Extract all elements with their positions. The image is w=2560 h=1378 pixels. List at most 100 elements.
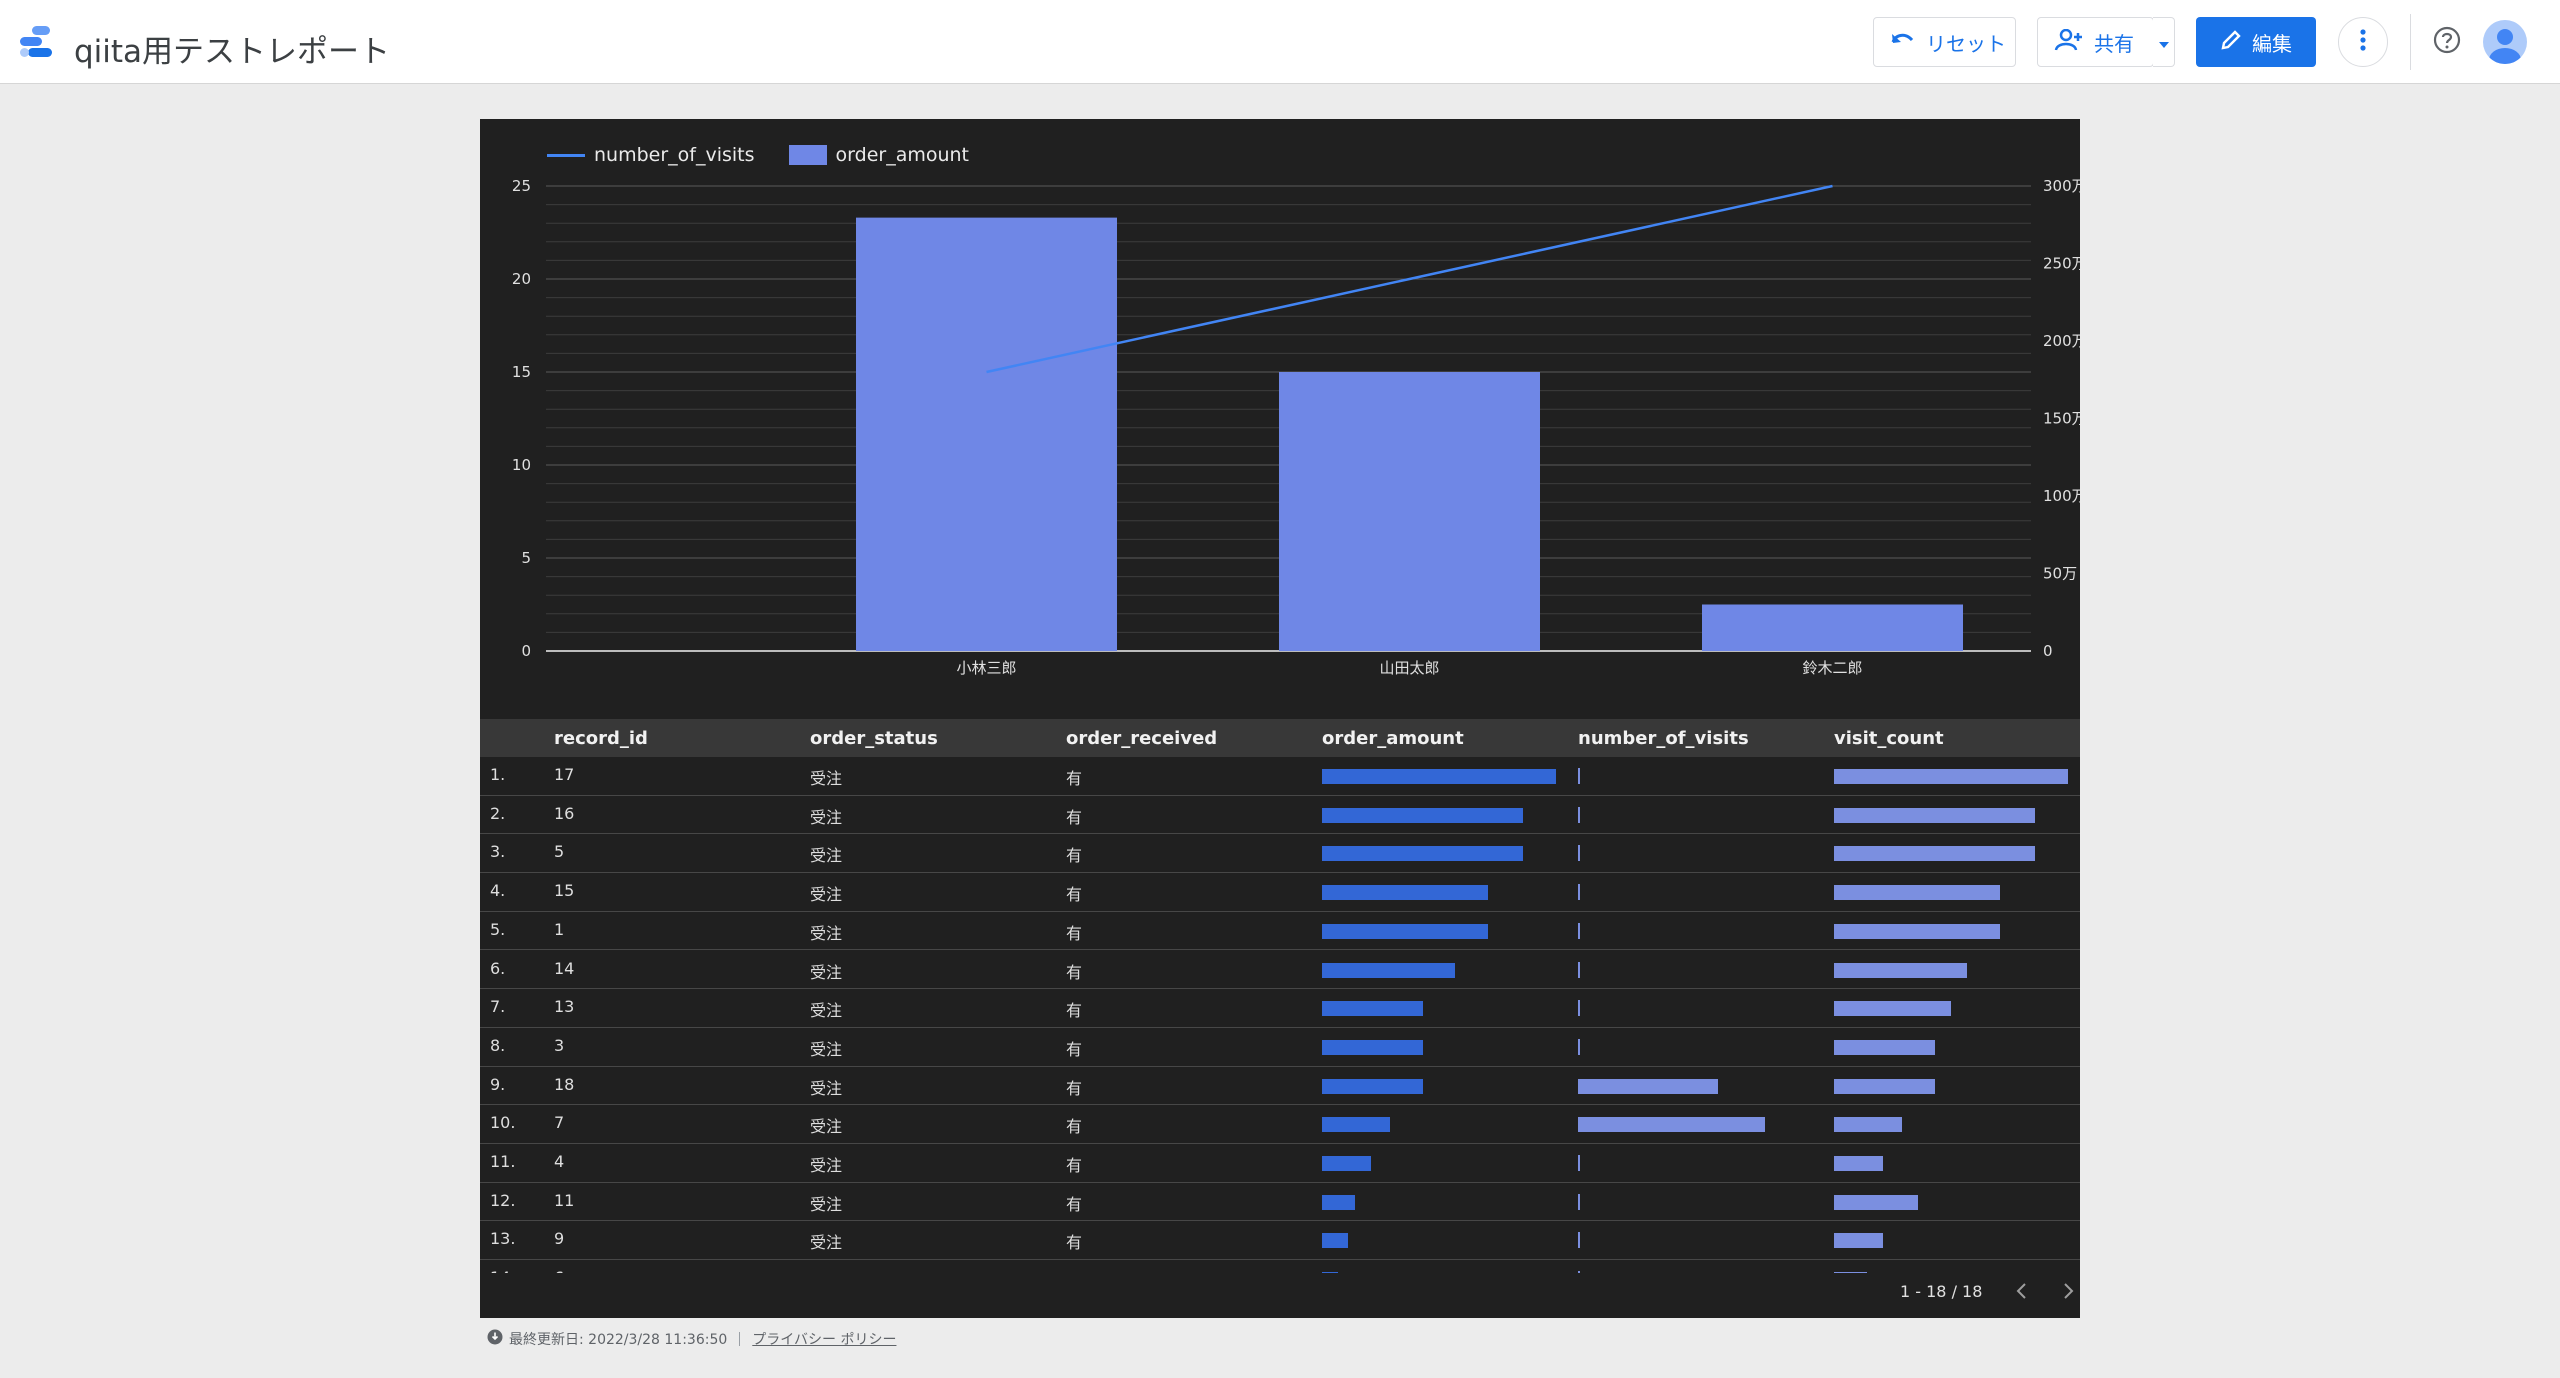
table-row[interactable]: 12. 11 受注 有	[480, 1183, 2080, 1222]
cell-record-id: 3	[554, 1035, 565, 1055]
table-row[interactable]: 4. 15 受注 有	[480, 873, 2080, 912]
y-right-tick-label: 200万	[2043, 332, 2080, 350]
legend-item-line[interactable]: number_of_visits	[547, 144, 755, 166]
bar-number-of-visits	[1578, 1117, 1766, 1133]
bar-order-amount	[1322, 846, 1524, 862]
previous-page-button[interactable]	[2010, 1279, 2034, 1303]
cell-order-received: 有	[1066, 1233, 1083, 1253]
table-row[interactable]: 11. 4 受注 有	[480, 1144, 2080, 1183]
y-left-tick-label: 5	[521, 549, 531, 567]
row-index: 1.	[490, 765, 506, 784]
data-table: record_id order_status order_received or…	[480, 719, 2080, 1273]
cell-order-status: 受注	[810, 1194, 843, 1214]
table-row[interactable]: 8. 3 受注 有	[480, 1028, 2080, 1067]
cell-order-received: 有	[1066, 923, 1083, 943]
share-button[interactable]: 共有	[2037, 17, 2154, 67]
legend-item-bar[interactable]: order_amount	[788, 144, 970, 166]
column-header-order-amount[interactable]: order_amount	[1322, 728, 1464, 749]
column-header-order-status[interactable]: order_status	[810, 728, 938, 749]
report-title[interactable]: qiita用テストレポート	[74, 26, 390, 71]
cell-order-status: 受注	[810, 1001, 843, 1021]
add-person-icon	[2054, 28, 2084, 56]
table-row[interactable]: 6. 14 受注 有	[480, 951, 2080, 990]
row-index: 14.	[490, 1268, 515, 1273]
edit-button[interactable]: 編集	[2196, 17, 2316, 67]
column-header-record-id[interactable]: record_id	[554, 728, 648, 749]
bar-order-amount	[1322, 1194, 1355, 1210]
table-row[interactable]: 14. 6 受注 有	[480, 1260, 2080, 1273]
bar-order-amount	[1322, 769, 1556, 784]
cell-order-status: 受注	[810, 807, 843, 827]
y-right-tick-label: 50万	[2043, 565, 2077, 583]
bar-3	[1702, 604, 1963, 651]
column-header-order-received[interactable]: order_received	[1066, 728, 1217, 749]
caret-down-icon	[2158, 33, 2169, 52]
cell-record-id: 6	[554, 1268, 564, 1273]
bar-visit-count	[1834, 1117, 1902, 1133]
cell-order-status: 受注	[810, 885, 843, 905]
x-tick-label: 小林三郎	[956, 659, 1016, 677]
cell-order-status: 受注	[810, 1268, 842, 1273]
bar-number-of-visits	[1578, 1232, 1580, 1249]
table-header: record_id order_status order_received or…	[480, 719, 2080, 757]
y-left-tick-label: 25	[512, 177, 531, 195]
help-button[interactable]	[2427, 22, 2467, 62]
bar-order-amount	[1322, 962, 1456, 978]
bar-order-amount	[1322, 885, 1489, 901]
bar-number-of-visits	[1578, 768, 1580, 784]
combo-chart[interactable]: 0 5 10 15 20 25 0 50万 100万 150万 200万 250万 300万 小林三郎 山田…	[480, 119, 2080, 719]
table-body[interactable]: 1. 17 受注有 2. 16 受注有 3. 5 受注有 4. 15 受注有 5. 1 受注有 6. 14 受注有…	[480, 757, 2080, 1273]
cell-record-id: 15	[554, 881, 575, 901]
column-header-visit-count[interactable]: visit_count	[1834, 728, 1944, 749]
cell-order-status: 受注	[810, 1039, 843, 1059]
table-row[interactable]: 1. 17 受注 有	[480, 757, 2080, 796]
cell-record-id: 9	[554, 1229, 565, 1249]
table-row[interactable]: 3. 5 受注 有	[480, 834, 2080, 874]
legend-line-swatch	[547, 153, 585, 157]
reset-button[interactable]: リセット	[1873, 17, 2016, 67]
x-tick-label: 山田太郎	[1379, 659, 1439, 677]
more-vert-icon	[2360, 29, 2366, 55]
row-index: 3.	[490, 842, 506, 862]
table-row[interactable]: 5. 1 受注 有	[480, 912, 2080, 951]
legend-label-line: number_of_visits	[594, 144, 755, 166]
data-studio-logo-icon[interactable]	[18, 22, 58, 62]
help-icon	[2433, 26, 2461, 58]
more-options-button[interactable]	[2338, 17, 2388, 67]
share-dropdown-button[interactable]	[2153, 17, 2175, 67]
bar-1	[856, 217, 1117, 651]
last-updated-text: 最終更新日: 2022/3/28 11:36:50	[509, 1332, 728, 1348]
cell-record-id: 11	[554, 1190, 575, 1210]
table-row[interactable]: 2. 16 受注 有	[480, 796, 2080, 835]
bar-visit-count	[1834, 846, 2036, 862]
row-index: 10.	[490, 1113, 516, 1133]
user-avatar[interactable]	[2483, 20, 2527, 64]
bar-number-of-visits	[1578, 1038, 1580, 1055]
bar-order-amount	[1322, 1272, 1339, 1273]
next-page-button[interactable]	[2056, 1279, 2080, 1303]
cell-record-id: 1	[554, 919, 565, 939]
cell-order-status: 受注	[810, 846, 843, 866]
y-right-tick-label: 0	[2043, 642, 2053, 660]
table-row[interactable]: 7. 13 受注 有	[480, 989, 2080, 1028]
bar-order-amount	[1322, 807, 1524, 823]
cell-order-status: 受注	[810, 1078, 843, 1098]
table-row[interactable]: 9. 18 受注 有	[480, 1067, 2080, 1106]
bar-number-of-visits	[1578, 806, 1580, 823]
legend-bar-swatch	[788, 145, 827, 165]
bar-visit-count	[1834, 923, 2001, 939]
report-footer: 最終更新日: 2022/3/28 11:36:50 プライバシー ポリシー	[487, 1329, 896, 1349]
table-row[interactable]: 13. 9 受注 有	[480, 1221, 2080, 1261]
privacy-policy-link[interactable]: プライバシー ポリシー	[752, 1329, 896, 1349]
cell-record-id: 5	[554, 842, 565, 862]
column-header-number-of-visits[interactable]: number_of_visits	[1578, 728, 1749, 749]
bar-order-amount	[1322, 1233, 1348, 1249]
cell-order-received: 有	[1066, 769, 1083, 788]
bar-number-of-visits	[1578, 845, 1580, 862]
bar-order-amount	[1322, 1156, 1372, 1171]
header-divider	[2410, 14, 2411, 70]
row-index: 4.	[490, 881, 506, 901]
legend-label-bar: order_amount	[835, 144, 970, 166]
table-row[interactable]: 10. 7 受注 有	[480, 1105, 2080, 1144]
row-index: 6.	[490, 958, 506, 978]
